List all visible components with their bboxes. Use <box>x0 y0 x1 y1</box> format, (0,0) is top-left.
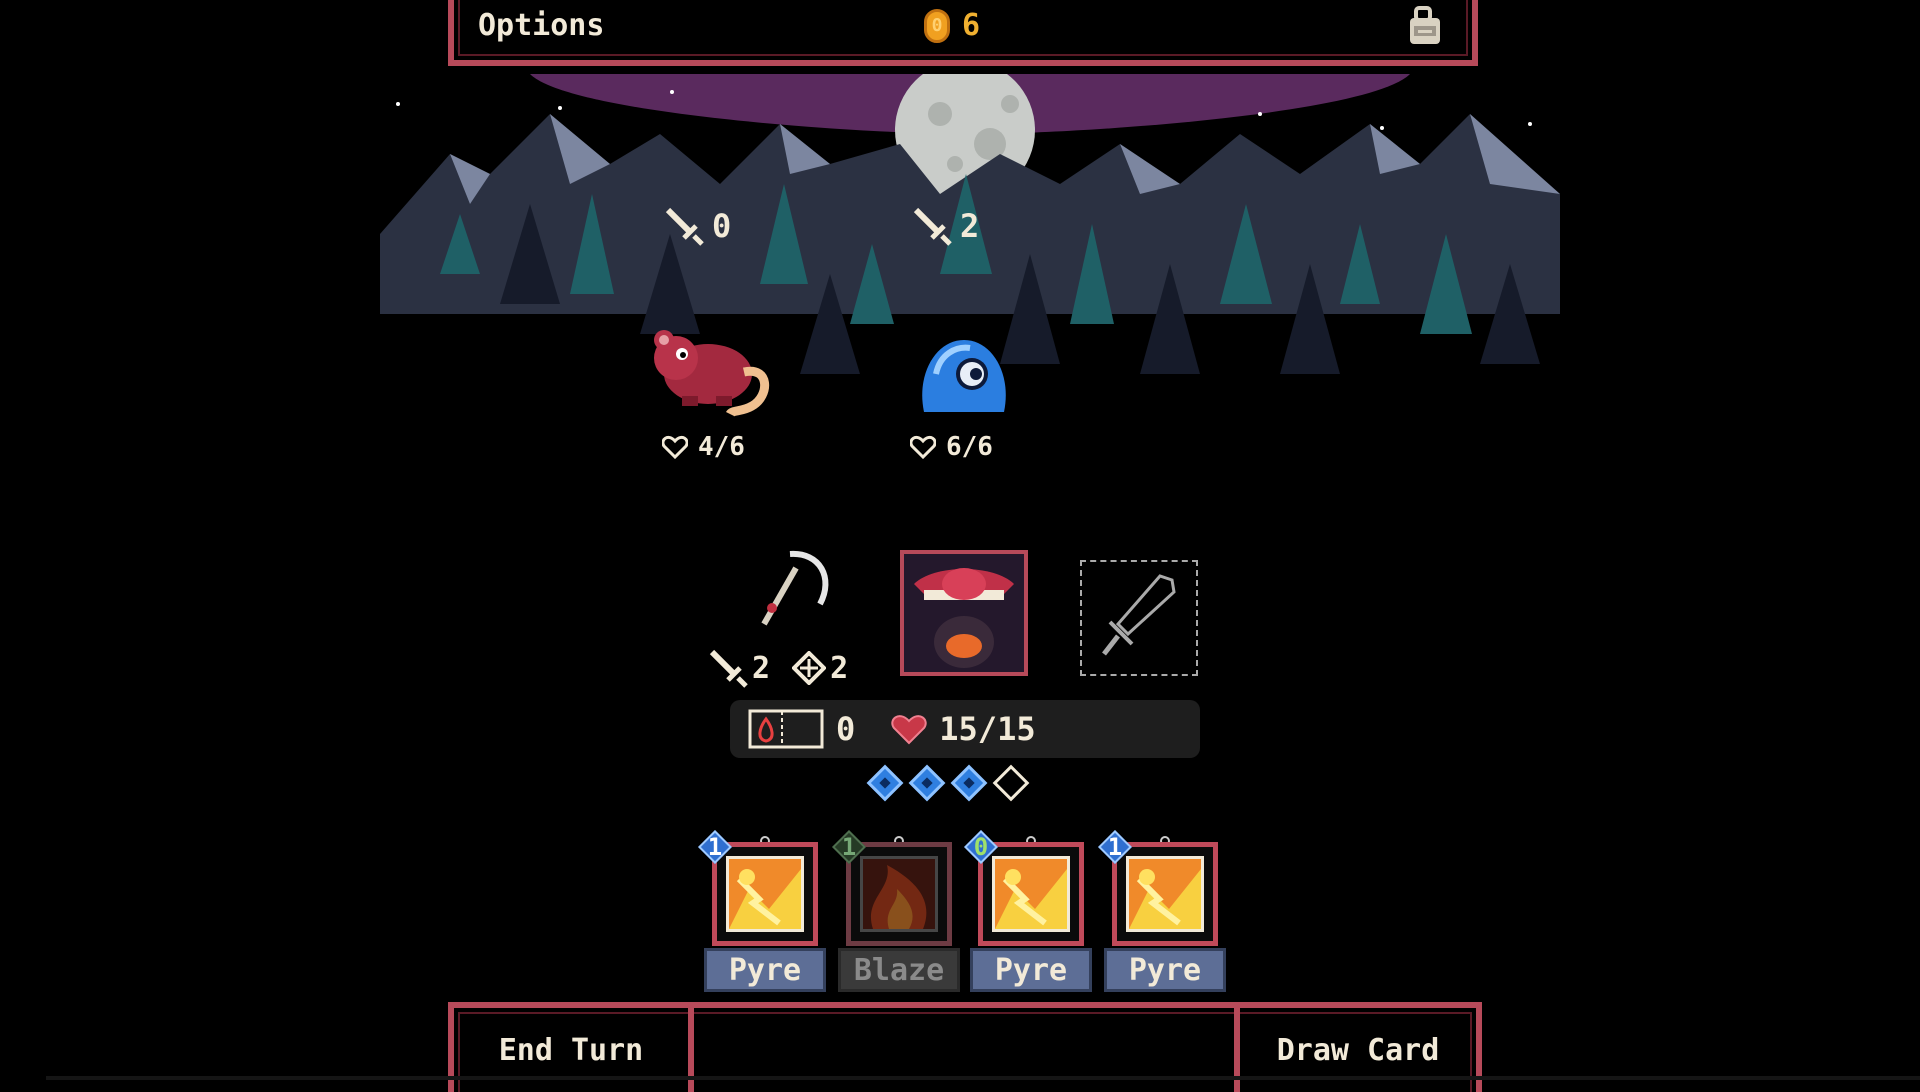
scythe-weapon-icon[interactable] <box>750 548 834 632</box>
card-cost: 1 <box>1098 830 1132 864</box>
rat-intent-value: 0 <box>712 207 732 245</box>
top-bar: Options 0 6 <box>448 0 1478 66</box>
hero-avatar <box>904 554 1024 672</box>
gold-amount: 6 <box>962 8 981 43</box>
energy-gem <box>866 764 904 802</box>
slime-hp-value: 6/6 <box>946 432 993 462</box>
energy-gem <box>908 764 946 802</box>
card-name: Blaze <box>838 948 960 992</box>
weapon-shield: 2 <box>792 648 848 688</box>
slime-intent-value: 2 <box>960 207 980 245</box>
card-name: Pyre <box>1104 948 1226 992</box>
pyre-art <box>726 856 804 932</box>
sword-icon <box>665 207 704 246</box>
coin-glyph: 0 <box>931 15 943 36</box>
energy-gems <box>866 764 1030 802</box>
card-cost: 1 <box>832 830 866 864</box>
pyre-art <box>992 856 1070 932</box>
heart-icon <box>891 715 927 745</box>
options-button[interactable]: Options <box>478 8 604 43</box>
bag-icon[interactable] <box>1404 4 1446 48</box>
energy-gem <box>950 764 988 802</box>
energy-gem-empty <box>992 764 1030 802</box>
weapon-stats: 2 2 <box>708 648 848 688</box>
pyre-art <box>1126 856 1204 932</box>
rat-hp: 4/6 <box>662 432 745 462</box>
slime-enemy[interactable] <box>916 334 1012 418</box>
card-pyre[interactable]: 1 Pyre <box>698 830 826 996</box>
card-blaze[interactable]: 1 Blaze <box>832 830 960 996</box>
card-pyre[interactable]: 0 Pyre <box>964 830 1092 996</box>
card-name: Pyre <box>704 948 826 992</box>
rat-enemy[interactable] <box>652 326 776 418</box>
rat-intent: 0 <box>664 206 731 246</box>
heart-outline-icon <box>662 435 688 459</box>
blaze-art <box>860 856 938 932</box>
weapon-attack-value: 2 <box>752 650 771 686</box>
weapon-shield-value: 2 <box>830 650 849 686</box>
bottom-divider <box>46 1076 1920 1080</box>
slime-hp: 6/6 <box>910 432 993 462</box>
empty-weapon-slot[interactable] <box>1080 560 1198 676</box>
rat-hp-value: 4/6 <box>698 432 745 462</box>
card-pyre[interactable]: 1 Pyre <box>1098 830 1226 996</box>
burn-value: 0 <box>836 710 856 748</box>
hero-portrait <box>900 550 1028 676</box>
coin-icon: 0 <box>924 8 950 43</box>
sword-icon <box>913 207 952 246</box>
burn-status-icon <box>748 709 824 749</box>
gold-counter: 0 6 <box>924 8 980 43</box>
shield-icon <box>792 651 827 685</box>
card-cost: 0 <box>964 830 998 864</box>
slime-intent: 2 <box>912 206 979 246</box>
card-name: Pyre <box>970 948 1092 992</box>
card-cost: 1 <box>698 830 732 864</box>
hero-hp-value: 15/15 <box>939 710 1036 748</box>
sword-outline-icon <box>1102 574 1176 656</box>
weapon-attack: 2 <box>708 648 770 688</box>
heart-outline-icon <box>910 435 936 459</box>
sword-icon <box>709 649 748 688</box>
hero-status-bar: 0 15/15 <box>730 700 1200 758</box>
